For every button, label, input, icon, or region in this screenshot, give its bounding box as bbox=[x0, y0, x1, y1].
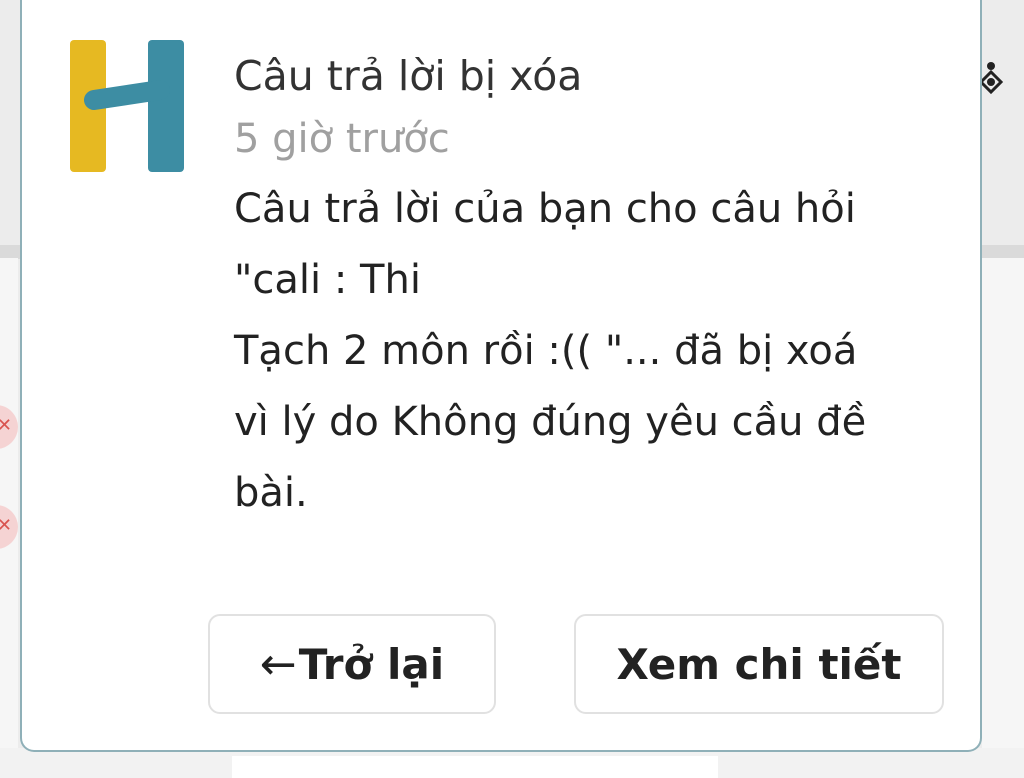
back-button[interactable]: ← Trở lại bbox=[208, 614, 496, 714]
notification-message: Câu trả lời của bạn cho câu hỏi "cali : … bbox=[234, 186, 867, 516]
notification-content: Câu trả lời bị xóa 5 giờ trước Câu trả l… bbox=[234, 48, 954, 529]
back-button-label: Trở lại bbox=[298, 639, 445, 689]
background-right-panel bbox=[982, 258, 1024, 778]
notification-dialog: Câu trả lời bị xóa 5 giờ trước Câu trả l… bbox=[20, 0, 982, 752]
notification-time: 5 giờ trước bbox=[234, 116, 450, 162]
arrow-left-icon: ← bbox=[259, 638, 297, 690]
background-bottom-card bbox=[232, 756, 718, 778]
view-details-button[interactable]: Xem chi tiết bbox=[574, 614, 944, 714]
notification-title: Câu trả lời bị xóa bbox=[234, 52, 583, 100]
app-logo-icon bbox=[70, 40, 184, 172]
view-details-label: Xem chi tiết bbox=[616, 639, 902, 689]
